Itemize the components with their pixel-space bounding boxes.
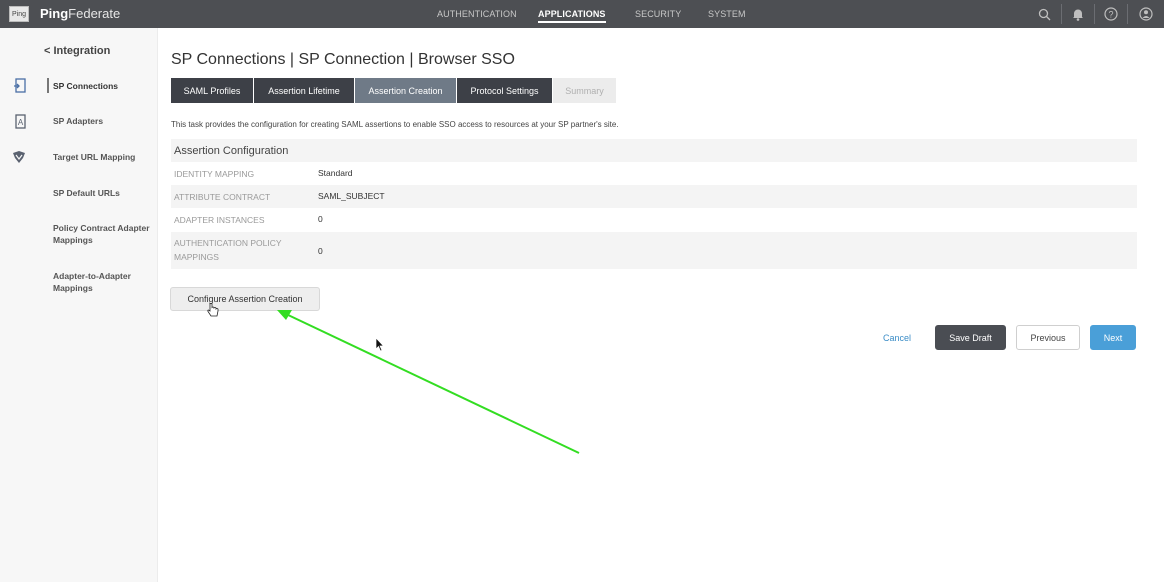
sidebar-item-sp-adapters[interactable]: SP Adapters [53,115,153,127]
sidebar-item-adapter-to-adapter-mappings[interactable]: Adapter-to-Adapter Mappings [53,270,153,294]
app-name-rest: Federate [68,6,121,21]
sidebar-item-target-url-mapping[interactable]: Target URL Mapping [53,151,153,163]
configure-assertion-creation-button[interactable]: Configure Assertion Creation [170,287,320,311]
app-name[interactable]: PingFederate [40,6,120,21]
separator [1061,4,1062,24]
back-to-integration-link[interactable]: < Integration [44,45,110,57]
tab-assertion-lifetime[interactable]: Assertion Lifetime [254,78,355,103]
sidebar-item-sp-default-urls[interactable]: SP Default URLs [53,187,153,199]
table-row: ADAPTER INSTANCES 0 [171,208,1137,232]
user-icon[interactable] [1138,6,1154,22]
row-label: ATTRIBUTE CONTRACT [174,192,271,202]
annotation-arrow-head [277,310,292,320]
row-label: IDENTITY MAPPING [174,169,255,179]
separator [1094,4,1095,24]
logo-text: Ping [11,10,26,18]
page-title: SP Connections | SP Connection | Browser… [171,51,515,68]
sidebar-item-sp-connections[interactable]: SP Connections [47,78,153,93]
svg-text:?: ? [1108,10,1113,20]
row-value: SAML_SUBJECT [318,191,385,201]
nav-security[interactable]: SECURITY [635,9,681,19]
row-value: 0 [318,214,323,224]
tab-saml-profiles[interactable]: SAML Profiles [171,78,254,103]
nav-authentication[interactable]: AUTHENTICATION [437,9,517,19]
task-description: This task provides the configuration for… [171,120,619,129]
bell-icon[interactable] [1070,6,1086,22]
tab-summary: Summary [553,78,617,103]
mapping-icon[interactable] [11,149,27,165]
sp-adapters-icon[interactable]: A [11,113,27,129]
tab-assertion-creation[interactable]: Assertion Creation [355,78,457,103]
separator [1127,4,1128,24]
row-label: ADAPTER INSTANCES [174,215,265,225]
hand-cursor-icon [207,303,219,322]
arrow-cursor-icon [375,337,385,357]
help-icon[interactable]: ? [1103,6,1119,22]
row-value: Standard [318,168,353,178]
table-row: ATTRIBUTE CONTRACT SAML_SUBJECT [171,185,1137,208]
previous-button[interactable]: Previous [1016,325,1080,350]
table-row: AUTHENTICATION POLICY MAPPINGS 0 [171,232,1137,269]
sidebar-item-policy-contract-adapter-mappings[interactable]: Policy Contract Adapter Mappings [53,222,153,246]
section-title: Assertion Configuration [174,144,289,157]
section-header: Assertion Configuration [171,139,1137,162]
app-name-bold: Ping [40,6,69,21]
table-row: IDENTITY MAPPING Standard [171,163,1137,185]
search-icon[interactable] [1036,6,1052,22]
nav-system[interactable]: SYSTEM [708,9,746,19]
row-value: 0 [318,246,323,256]
sp-connections-icon[interactable] [11,77,27,93]
nav-applications[interactable]: APPLICATIONS [538,9,606,23]
icon-rail: A [0,28,38,582]
save-draft-button[interactable]: Save Draft [935,325,1006,350]
ping-logo: Ping [9,6,29,22]
cancel-link[interactable]: Cancel [883,333,911,343]
sidebar: < Integration SP Connections SP Adapters… [38,28,158,582]
row-label: AUTHENTICATION POLICY MAPPINGS [174,238,282,262]
next-button[interactable]: Next [1090,325,1136,350]
top-bar: Ping PingFederate AUTHENTICATION APPLICA… [0,0,1164,28]
tab-protocol-settings[interactable]: Protocol Settings [457,78,553,103]
annotation-arrow-line [285,313,580,454]
svg-text:A: A [17,118,23,127]
